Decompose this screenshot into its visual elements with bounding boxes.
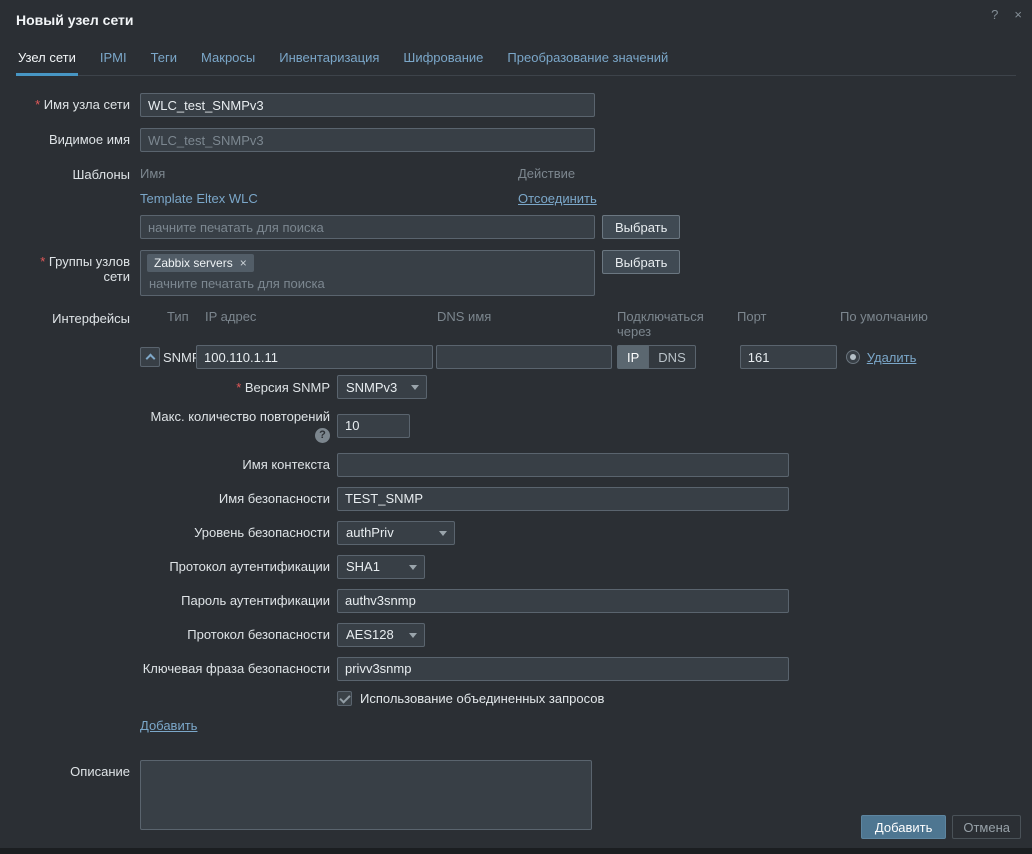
security-level-label: Уровень безопасности xyxy=(140,525,330,540)
group-chip-label: Zabbix servers xyxy=(154,256,233,270)
close-icon[interactable]: × xyxy=(1012,6,1024,23)
tab-encryption[interactable]: Шифрование xyxy=(401,44,485,75)
connect-via-dns-option[interactable]: DNS xyxy=(648,345,695,369)
snmp-version-label: Версия SNMP xyxy=(140,380,330,395)
interfaces-header: Тип IP адрес DNS имя Подключаться через … xyxy=(140,307,1016,339)
priv-protocol-label: Протокол безопасности xyxy=(140,627,330,642)
interfaces-col-default: По умолчанию xyxy=(840,309,928,339)
context-name-label: Имя контекста xyxy=(140,457,330,472)
auth-protocol-value: SHA1 xyxy=(346,559,380,574)
host-groups-label: Группы узлов сети xyxy=(16,250,130,284)
templates-search-input[interactable] xyxy=(140,215,595,239)
host-form: Имя узла сети Видимое имя Шаблоны Имя Де… xyxy=(0,76,1032,830)
add-host-button[interactable]: Добавить xyxy=(861,815,946,839)
tab-host[interactable]: Узел сети xyxy=(16,44,78,76)
interface-dns-input[interactable] xyxy=(436,345,612,369)
interface-ip-input[interactable] xyxy=(196,345,433,369)
interfaces-col-ip: IP адрес xyxy=(205,309,437,339)
interface-remove-link[interactable]: Удалить xyxy=(867,350,917,365)
tab-inventory[interactable]: Инвентаризация xyxy=(277,44,381,75)
bulk-requests-label: Использование объединенных запросов xyxy=(360,691,604,706)
priv-passphrase-input[interactable] xyxy=(337,657,789,681)
tab-tags[interactable]: Теги xyxy=(149,44,179,75)
priv-passphrase-label: Ключевая фраза безопасности xyxy=(140,661,330,676)
templates-label: Шаблоны xyxy=(16,163,130,182)
interfaces-col-dns: DNS имя xyxy=(437,309,617,339)
priv-protocol-value: AES128 xyxy=(346,627,394,642)
tab-macros[interactable]: Макросы xyxy=(199,44,257,75)
interfaces-label: Интерфейсы xyxy=(16,307,130,326)
connect-via-toggle: IP DNS xyxy=(617,345,696,369)
description-textarea[interactable] xyxy=(140,760,592,830)
bulk-requests-checkbox[interactable] xyxy=(337,691,352,706)
snmp-version-value: SNMPv3 xyxy=(346,380,397,395)
collapse-interface-button[interactable] xyxy=(140,347,160,367)
auth-protocol-select[interactable]: SHA1 xyxy=(337,555,425,579)
chip-remove-icon[interactable]: × xyxy=(240,256,247,270)
context-name-input[interactable] xyxy=(337,453,789,477)
max-repetitions-input[interactable] xyxy=(337,414,410,438)
host-name-label: Имя узла сети xyxy=(16,93,130,112)
chevron-up-icon xyxy=(145,354,155,364)
dialog-header: Новый узел сети ? × xyxy=(0,0,1032,34)
security-level-select[interactable]: authPriv xyxy=(337,521,455,545)
security-level-value: authPriv xyxy=(346,525,394,540)
dialog-footer: Добавить Отмена xyxy=(861,815,1021,839)
host-groups-placeholder: начните печатать для поиска xyxy=(147,276,588,291)
security-name-input[interactable] xyxy=(337,487,789,511)
host-name-input[interactable] xyxy=(140,93,595,117)
interfaces-col-port: Порт xyxy=(737,309,840,339)
auth-protocol-label: Протокол аутентификации xyxy=(140,559,330,574)
host-groups-select-button[interactable]: Выбрать xyxy=(602,250,680,274)
tab-value-mapping[interactable]: Преобразование значений xyxy=(505,44,670,75)
visible-name-label: Видимое имя xyxy=(16,128,130,147)
cancel-button[interactable]: Отмена xyxy=(952,815,1021,839)
template-link[interactable]: Template Eltex WLC xyxy=(140,191,258,206)
help-icon[interactable]: ? xyxy=(989,6,1000,23)
add-interface-link[interactable]: Добавить xyxy=(140,718,197,733)
template-unlink-link[interactable]: Отсоединить xyxy=(518,191,597,206)
templates-select-button[interactable]: Выбрать xyxy=(602,215,680,239)
group-chip: Zabbix servers × xyxy=(147,254,254,272)
interface-type-label: SNMP xyxy=(163,350,196,365)
help-circle-icon[interactable]: ? xyxy=(315,428,330,443)
interfaces-col-type: Тип xyxy=(167,309,205,339)
tab-ipmi[interactable]: IPMI xyxy=(98,44,129,75)
dialog-title: Новый узел сети xyxy=(16,12,1016,28)
priv-protocol-select[interactable]: AES128 xyxy=(337,623,425,647)
auth-passphrase-label: Пароль аутентификации xyxy=(140,593,330,608)
templates-col-action: Действие xyxy=(518,166,575,181)
tab-bar: Узел сети IPMI Теги Макросы Инвентаризац… xyxy=(16,44,1016,76)
host-groups-multiselect[interactable]: Zabbix servers × начните печатать для по… xyxy=(140,250,595,296)
description-label: Описание xyxy=(16,760,130,779)
auth-passphrase-input[interactable] xyxy=(337,589,789,613)
templates-col-name: Имя xyxy=(140,166,518,181)
interfaces-col-connect: Подключаться через xyxy=(617,309,737,339)
interface-port-input[interactable] xyxy=(740,345,837,369)
security-name-label: Имя безопасности xyxy=(140,491,330,506)
snmp-version-select[interactable]: SNMPv3 xyxy=(337,375,427,399)
max-repetitions-label: Макс. количество повторений? xyxy=(140,409,330,443)
connect-via-ip-option[interactable]: IP xyxy=(617,345,648,369)
interface-row: SNMP IP DNS Удалить xyxy=(140,345,1016,369)
visible-name-input[interactable] xyxy=(140,128,595,152)
default-interface-radio[interactable] xyxy=(846,350,860,364)
new-host-dialog: Новый узел сети ? × Узел сети IPMI Теги … xyxy=(0,0,1032,848)
